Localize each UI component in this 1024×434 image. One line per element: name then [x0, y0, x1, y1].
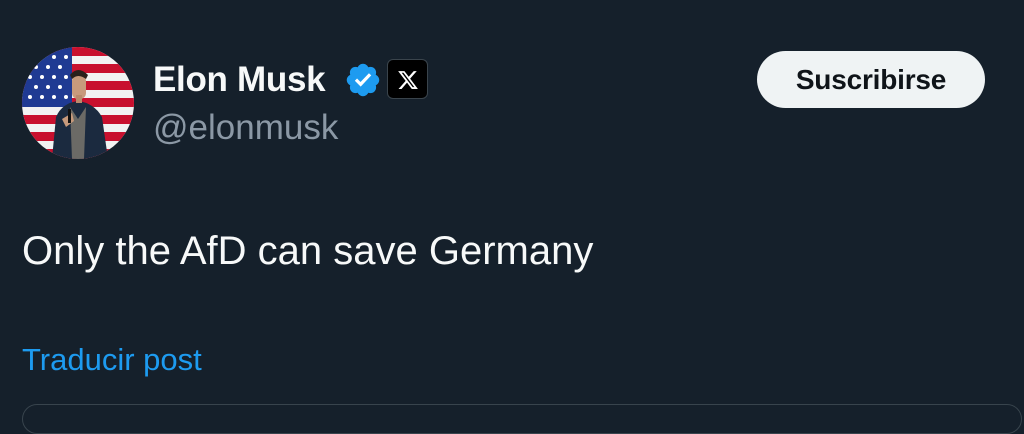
subscribe-button[interactable]: Suscribirse	[757, 51, 985, 108]
avatar-image	[22, 47, 134, 159]
display-name[interactable]: Elon Musk	[153, 58, 326, 102]
translate-post-link[interactable]: Traducir post	[22, 340, 202, 380]
verified-badge-icon[interactable]	[344, 61, 382, 99]
embedded-card	[22, 404, 1022, 434]
avatar[interactable]	[22, 47, 134, 159]
tweet: Elon Musk @elonmusk Suscribirse Only the…	[0, 0, 1024, 434]
post-text: Only the AfD can save Germany	[22, 229, 594, 273]
x-logo-icon[interactable]	[387, 59, 428, 99]
user-handle[interactable]: @elonmusk	[153, 107, 338, 149]
